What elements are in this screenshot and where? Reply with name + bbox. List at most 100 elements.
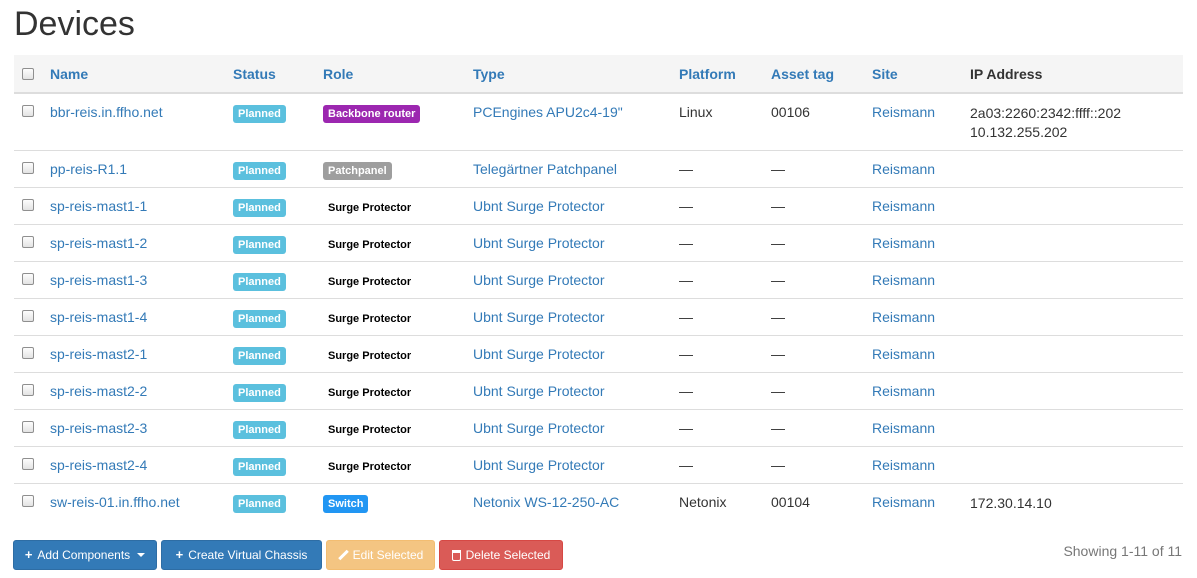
site-link[interactable]: Reismann (872, 383, 935, 399)
platform-value: — (679, 382, 693, 399)
delete-selected-label: Delete Selected (465, 548, 551, 562)
ip-address-cell (970, 445, 1183, 483)
role-badge: Surge Protector (323, 420, 417, 439)
asset-tag-value: — (771, 234, 785, 251)
column-header-site[interactable]: Site (872, 66, 898, 82)
create-virtual-chassis-button[interactable]: + Create Virtual Chassis (161, 540, 322, 570)
row-checkbox[interactable] (22, 235, 34, 248)
ip-address-cell: 2a03:2260:2342:ffff::202 10.132.255.202 (970, 92, 1183, 150)
site-link[interactable]: Reismann (872, 457, 935, 473)
ip-address-primary: 172.30.14.10 (970, 494, 1052, 511)
device-name-link[interactable]: sp-reis-mast2-1 (50, 346, 147, 362)
column-header-status[interactable]: Status (233, 66, 276, 82)
row-checkbox[interactable] (22, 457, 34, 470)
row-checkbox[interactable] (22, 198, 34, 211)
site-link[interactable]: Reismann (872, 104, 935, 120)
status-badge: Planned (233, 494, 286, 513)
device-name-link[interactable]: sp-reis-mast2-3 (50, 420, 147, 436)
column-header-type[interactable]: Type (473, 66, 505, 82)
header-select-all[interactable] (14, 55, 50, 94)
device-name-link[interactable]: sp-reis-mast2-2 (50, 383, 147, 399)
ip-address-cell (970, 371, 1183, 409)
row-checkbox[interactable] (22, 420, 34, 433)
platform-value: Netonix (679, 493, 727, 510)
column-header-platform[interactable]: Platform (679, 66, 736, 82)
platform-value: — (679, 345, 693, 362)
row-checkbox[interactable] (22, 494, 34, 507)
device-type-link[interactable]: Ubnt Surge Protector (473, 198, 605, 214)
status-badge: Planned (233, 272, 286, 291)
row-checkbox[interactable] (22, 309, 34, 322)
add-components-button[interactable]: + Add Components (13, 540, 157, 570)
table-row: sp-reis-mast2-3 Planned Surge Protector Ubn… (14, 408, 1183, 446)
asset-tag-value: — (771, 197, 785, 214)
row-checkbox[interactable] (22, 346, 34, 359)
device-type-link[interactable]: Ubnt Surge Protector (473, 383, 605, 399)
column-header-role[interactable]: Role (323, 66, 353, 82)
role-badge: Surge Protector (323, 235, 417, 254)
delete-selected-button[interactable]: Delete Selected (439, 540, 563, 570)
edit-selected-button[interactable]: Edit Selected (326, 540, 435, 570)
device-name-link[interactable]: pp-reis-R1.1 (50, 161, 127, 177)
devices-table: Name Status Role Type Platform Asset tag… (14, 55, 1183, 520)
site-link[interactable]: Reismann (872, 346, 935, 362)
device-type-link[interactable]: Ubnt Surge Protector (473, 309, 605, 325)
table-row: bbr-reis.in.ffho.net Planned Backbone rout… (14, 92, 1183, 150)
ip-address-cell (970, 260, 1183, 298)
site-link[interactable]: Reismann (872, 198, 935, 214)
status-badge: Planned (233, 198, 286, 217)
status-badge: Planned (233, 105, 286, 123)
role-badge: Patchpanel (323, 161, 392, 180)
column-header-name[interactable]: Name (50, 66, 88, 82)
status-badge: Planned (233, 346, 286, 365)
asset-tag-value: — (771, 419, 785, 436)
platform-value: — (679, 308, 693, 325)
device-name-link[interactable]: sp-reis-mast1-3 (50, 272, 147, 288)
site-link[interactable]: Reismann (872, 161, 935, 177)
device-name-link[interactable]: bbr-reis.in.ffho.net (50, 104, 163, 120)
device-type-link[interactable]: Ubnt Surge Protector (473, 420, 605, 436)
site-link[interactable]: Reismann (872, 235, 935, 251)
row-checkbox[interactable] (22, 105, 34, 117)
status-badge: Planned (233, 457, 286, 476)
device-type-link[interactable]: PCEngines APU2c4-19" (473, 104, 623, 120)
edit-selected-label: Edit Selected (352, 548, 424, 562)
row-checkbox[interactable] (22, 272, 34, 285)
row-checkbox[interactable] (22, 383, 34, 396)
select-all-checkbox[interactable] (22, 68, 34, 80)
platform-value: — (679, 197, 693, 214)
site-link[interactable]: Reismann (872, 494, 935, 510)
ip-address-cell (970, 334, 1183, 372)
site-link[interactable]: Reismann (872, 309, 935, 325)
device-type-link[interactable]: Netonix WS-12-250-AC (473, 494, 619, 510)
column-header-asset-tag[interactable]: Asset tag (771, 66, 834, 82)
asset-tag-value: — (771, 382, 785, 399)
asset-tag-value: — (771, 160, 785, 177)
platform-value: — (679, 419, 693, 436)
ip-address-cell: 172.30.14.10 (970, 482, 1183, 520)
device-name-link[interactable]: sp-reis-mast1-2 (50, 235, 147, 251)
device-name-link[interactable]: sp-reis-mast1-1 (50, 198, 147, 214)
device-type-link[interactable]: Ubnt Surge Protector (473, 346, 605, 362)
page-title: Devices (14, 5, 135, 43)
table-row: sp-reis-mast1-2 Planned Surge Protector Ubn… (14, 223, 1183, 261)
device-name-link[interactable]: sp-reis-mast2-4 (50, 457, 147, 473)
role-badge: Surge Protector (323, 346, 417, 365)
device-type-link[interactable]: Ubnt Surge Protector (473, 457, 605, 473)
device-name-link[interactable]: sp-reis-mast1-4 (50, 309, 147, 325)
row-checkbox[interactable] (22, 161, 34, 174)
caret-down-icon (137, 553, 146, 557)
plus-icon: + (175, 547, 184, 562)
device-type-link[interactable]: Ubnt Surge Protector (473, 235, 605, 251)
device-type-link[interactable]: Ubnt Surge Protector (473, 272, 605, 288)
role-badge: Surge Protector (323, 272, 417, 291)
site-link[interactable]: Reismann (872, 420, 935, 436)
site-link[interactable]: Reismann (872, 272, 935, 288)
ip-address-cell (970, 149, 1183, 187)
table-row: sp-reis-mast1-1 Planned Surge Protector Ubn… (14, 186, 1183, 224)
table-row: sp-reis-mast2-2 Planned Surge Protector Ubn… (14, 371, 1183, 409)
device-name-link[interactable]: sw-reis-01.in.ffho.net (50, 494, 180, 510)
platform-value: — (679, 160, 693, 177)
pagination-summary: Showing 1-11 of 11 (1063, 543, 1182, 559)
device-type-link[interactable]: Telegärtner Patchpanel (473, 161, 617, 177)
